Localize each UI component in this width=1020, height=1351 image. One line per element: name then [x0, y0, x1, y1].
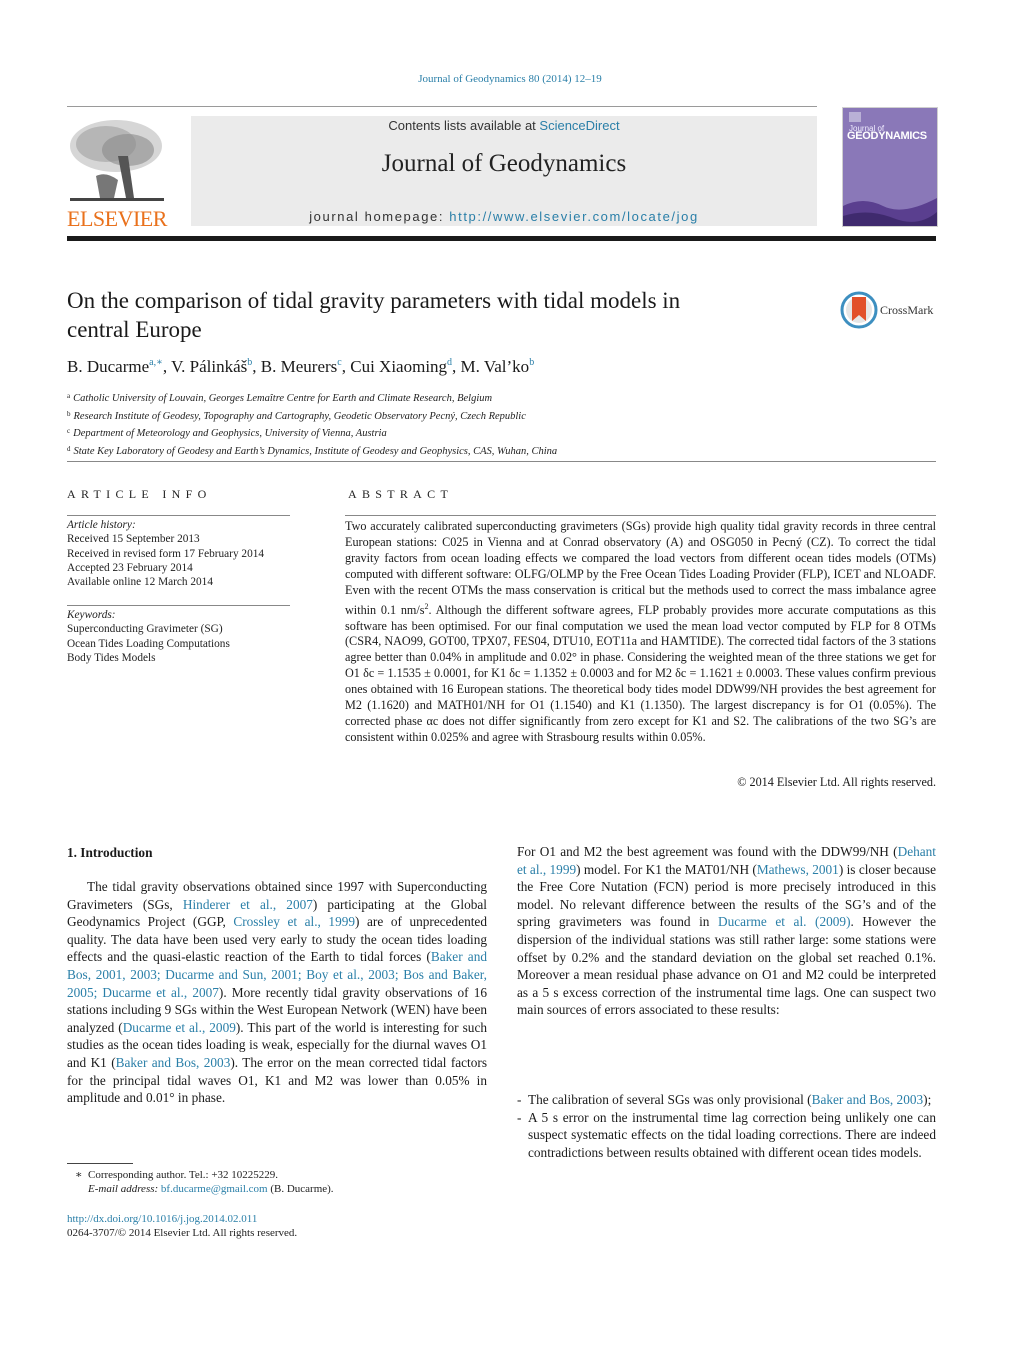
- tree-icon: [70, 120, 164, 201]
- affiliation: c Department of Meteorology and Geophysic…: [67, 427, 387, 439]
- citation-link[interactable]: Baker and Bos, 2003: [116, 1055, 231, 1070]
- author[interactable]: V. Pálinkášb,: [171, 357, 261, 376]
- journal-name: Journal of Geodynamics: [381, 150, 627, 177]
- citation-link[interactable]: Dehant et al., 1999: [517, 844, 936, 877]
- abstract-copyright: © 2014 Elsevier Ltd. All rights reserved…: [737, 775, 936, 789]
- title-line-1: On the comparison of tidal gravity param…: [67, 288, 681, 313]
- history-item: Accepted 23 February 2014: [67, 561, 193, 574]
- journal-reference-link[interactable]: Journal of Geodynamics 80 (2014) 12–19: [0, 73, 1020, 85]
- keywords-divider: [67, 605, 290, 606]
- citation-link[interactable]: Ducarme et al., 2009: [123, 1020, 236, 1035]
- right-column-paragraph: For O1 and M2 the best agreement was fou…: [517, 844, 937, 1018]
- article-history: Article history: Received 15 September 2…: [67, 518, 264, 589]
- list-item: - The calibration of several SGs was onl…: [517, 1092, 932, 1107]
- affiliation: d State Key Laboratory of Geodesy and Ear…: [67, 444, 558, 457]
- history-item: Received 15 September 2013: [67, 533, 200, 546]
- corresponding-author-footnote: ∗ Corresponding author. Tel.: +32 102252…: [75, 1169, 334, 1196]
- author[interactable]: M. Val’kob: [461, 357, 535, 376]
- cover-emblem: [849, 112, 861, 122]
- history-label: Article history:: [67, 519, 136, 531]
- author-list: B. Ducarmea,∗, V. Pálinkášb, B. Meurersc…: [67, 357, 534, 377]
- sciencedirect-link[interactable]: ScienceDirect: [539, 118, 619, 133]
- doi-block: http://dx.doi.org/10.1016/j.jog.2014.02.…: [67, 1212, 297, 1241]
- introduction-paragraph: The tidal gravity observations obtained …: [67, 879, 487, 1106]
- homepage-prefix: journal homepage:: [309, 209, 450, 224]
- email-link[interactable]: bf.ducarme@gmail.com: [161, 1183, 268, 1195]
- article-info-heading: ARTICLE INFO: [67, 487, 212, 501]
- top-divider: [67, 106, 817, 107]
- title-line-2: central Europe: [67, 317, 202, 342]
- contents-prefix: Contents lists available at: [388, 118, 540, 133]
- author[interactable]: B. Ducarmea,∗,: [67, 357, 171, 376]
- abstract-heading: ABSTRACT: [348, 487, 454, 501]
- article-title: On the comparison of tidal gravity param…: [67, 286, 807, 344]
- citation-link[interactable]: Baker and Bos, 2003: [812, 1092, 924, 1107]
- journal-banner: Contents lists available at ScienceDirec…: [191, 116, 817, 226]
- keyword: Ocean Tides Loading Computations: [67, 637, 230, 650]
- keywords: Keywords: Superconducting Gravimeter (SG…: [67, 608, 230, 665]
- cover-wave-graphic: [843, 198, 937, 226]
- footnote-divider: [67, 1163, 133, 1164]
- history-item: Received in revised form 17 February 201…: [67, 547, 265, 560]
- citation-link[interactable]: Mathews, 2001: [757, 862, 839, 877]
- affiliations: a Catholic University of Louvain, Georges…: [67, 389, 557, 459]
- history-item: Available online 12 March 2014: [67, 576, 213, 589]
- keyword: Body Tides Models: [67, 651, 156, 664]
- author-affiliation-marker: b: [529, 357, 535, 368]
- keyword: Superconducting Gravimeter (SG): [67, 623, 223, 636]
- citation-link[interactable]: Crossley et al., 1999: [233, 914, 355, 929]
- author[interactable]: B. Meurersc,: [261, 357, 350, 376]
- title-divider: [67, 461, 936, 462]
- author[interactable]: Cui Xiaomingd,: [350, 357, 460, 376]
- homepage-link[interactable]: http://www.elsevier.com/locate/jog: [449, 209, 699, 224]
- list-item: - A 5 s error on the instrumental time l…: [517, 1109, 936, 1160]
- cover-title: GEODYNAMICS: [847, 130, 927, 142]
- homepage-line: journal homepage: http://www.elsevier.co…: [191, 209, 817, 224]
- header-thick-divider: [67, 236, 936, 241]
- abstract-divider: [345, 515, 936, 516]
- crossmark-button[interactable]: CrossMark: [840, 291, 940, 329]
- crossmark-icon: [840, 291, 878, 329]
- crossmark-label: CrossMark: [880, 303, 934, 317]
- citation-link[interactable]: Hinderer et al., 2007: [183, 897, 313, 912]
- author-affiliation-marker: a,∗: [149, 357, 163, 368]
- affiliation: a Catholic University of Louvain, Georges…: [67, 392, 493, 404]
- abstract-text: Two accurately calibrated superconductin…: [345, 519, 936, 744]
- affiliation: b Research Institute of Geodesy, Topograp…: [67, 409, 526, 422]
- citation-link[interactable]: Baker and Bos, 2001, 2003; Ducarme and S…: [67, 949, 487, 999]
- doi-link[interactable]: http://dx.doi.org/10.1016/j.jog.2014.02.…: [67, 1213, 257, 1225]
- article-info-divider: [67, 515, 290, 516]
- elsevier-wordmark: ELSEVIER: [67, 206, 167, 231]
- contents-line: Contents lists available at ScienceDirec…: [191, 118, 817, 133]
- keywords-label: Keywords:: [67, 609, 116, 621]
- error-sources-list: - The calibration of several SGs was onl…: [517, 1091, 936, 1161]
- citation-link[interactable]: Ducarme et al. (2009): [718, 914, 850, 929]
- section-heading-introduction: 1. Introduction: [67, 845, 153, 860]
- journal-cover-thumbnail[interactable]: Journal of GEODYNAMICS: [842, 107, 938, 227]
- issn-line: 0264-3707/© 2014 Elsevier Ltd. All right…: [67, 1227, 298, 1240]
